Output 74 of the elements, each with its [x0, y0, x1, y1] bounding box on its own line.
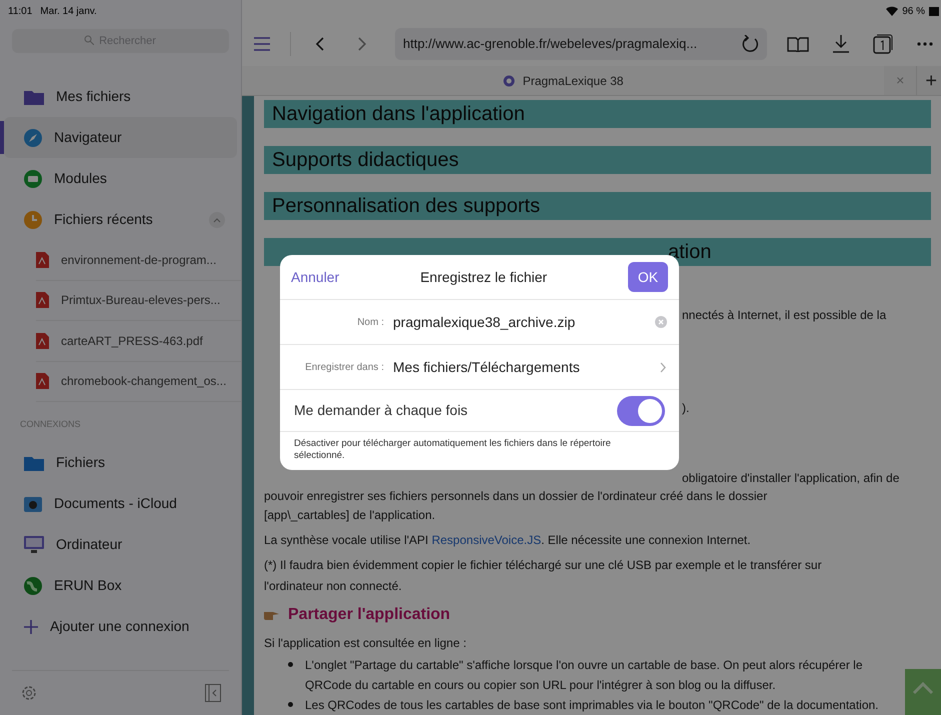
list-item-text: L'onglet "Partage du cartable" s'affiche lorsque l'on ouvre un cartable de base. On peut alors récupérer le QRCode du cartable en cours ou copier son URL pour l'intégrer à son blog ou la diffuser. — [305, 657, 864, 694]
document-folder-icon — [24, 494, 42, 512]
pointing-hand-icon — [264, 609, 280, 621]
sidebar-item[interactable]: Modules — [4, 158, 237, 199]
pdf-file-icon — [36, 292, 49, 308]
chevron-right-icon — [660, 362, 667, 372]
list-item-text: Les QRCodes de tous les cartables de base sont imprimables via le bouton "QRCode" de la documentation. — [305, 697, 880, 714]
sidebar-item[interactable]: Ordinateur — [0, 524, 241, 565]
sidebar-item[interactable]: Fichiers — [0, 442, 241, 483]
computer-icon — [24, 536, 44, 554]
section-heading: Personnalisation des supports — [264, 192, 931, 220]
wifi-icon — [886, 6, 898, 16]
section-heading: ation — [668, 240, 712, 265]
clock-icon — [24, 210, 42, 228]
address-bar[interactable]: http://www.ac-grenoble.fr/webeleves/pragmalexiq... — [395, 28, 767, 60]
globe-icon — [24, 576, 42, 594]
forward-icon — [357, 37, 367, 51]
clear-icon — [655, 316, 667, 328]
section-heading: Navigation dans l'application — [264, 100, 931, 128]
folder-icon — [24, 454, 44, 470]
toggle-switch[interactable] — [617, 396, 665, 426]
clock-time: 11:01 — [8, 4, 32, 18]
filename-field[interactable]: Nom : pragmalexique38_archive.zip — [280, 300, 679, 345]
tabs-icon — [873, 34, 893, 54]
recent-file-item[interactable]: chromebook-changement_os... — [36, 362, 241, 402]
ok-button[interactable]: OK — [628, 262, 668, 292]
compass-icon — [24, 128, 42, 146]
recent-file-item[interactable]: environnement-de-program... — [36, 240, 241, 280]
folder-icon — [24, 88, 44, 104]
scroll-to-top-icon — [905, 669, 941, 715]
download-icon — [833, 35, 849, 53]
paragraph: (*) Il faudra bien évidemment copier le fichier téléchargé sur une clé USB par exemple et le transférer sur l'ordinateur non connecté. — [264, 557, 823, 595]
new-tab-button[interactable]: + — [916, 66, 941, 96]
recent-file-item[interactable]: Primtux-Bureau-eleves-pers... — [36, 280, 241, 321]
toggle-label: Me demander à chaque fois — [294, 401, 469, 420]
text-line: ). — [682, 400, 690, 417]
link[interactable]: ResponsiveVoice.JS — [432, 533, 542, 547]
collapse-sidebar-icon — [205, 684, 221, 702]
sidebar-item[interactable]: ERUN Box — [0, 565, 241, 606]
modules-icon — [24, 170, 42, 188]
back-icon — [315, 37, 325, 51]
sidebar-item[interactable]: Ajouter une connexion — [0, 606, 241, 647]
sidebar-item[interactable]: Fichiers récents — [4, 199, 237, 240]
sidebar-item[interactable]: Documents - iCloud — [0, 483, 241, 524]
folder-picker[interactable]: Enregistrer dans : Mes fichiers/Téléchargements — [280, 345, 679, 390]
pdf-file-icon — [36, 373, 49, 390]
plus-icon — [24, 620, 38, 634]
pdf-file-icon — [36, 332, 49, 349]
battery-text: 96 % — [902, 4, 925, 18]
section-title: Partager l'application — [288, 605, 450, 625]
text-line: obligatoire d'installer l'application, afin de — [682, 470, 900, 487]
dialog-title: Enregistrez le fichier — [419, 268, 548, 287]
book-icon — [787, 36, 809, 52]
battery-icon — [929, 6, 939, 16]
hint-text: Désactiver pour télécharger automatiquement les fichiers dans le répertoire sélectionné. — [294, 438, 612, 462]
recent-file-item[interactable]: carteART_PRESS-463.pdf — [36, 321, 241, 362]
paragraph: La synthèse vocale utilise l'API ResponsiveVoice.JS. Elle nécessite une connexion Internet. — [264, 532, 752, 549]
date-text: Mar. 14 janv. — [40, 4, 97, 18]
browser-tab[interactable]: PragmaLexique 38 — [242, 66, 884, 95]
reload-icon — [741, 35, 759, 53]
bullet-icon — [288, 662, 293, 667]
pdf-file-icon — [36, 252, 49, 268]
paragraph: pouvoir enregistrer ses fichiers personnels dans un dossier de l'ordinateur créé dans le dossier [app\_cartables] de l'application. — [264, 488, 768, 524]
more-icon — [917, 42, 933, 46]
paragraph: Si l'application est consultée en ligne : — [264, 635, 468, 652]
section-heading: Supports didactiques — [264, 146, 931, 174]
bullet-icon — [288, 702, 293, 707]
text-line: nnectés à Internet, il est possible de la — [682, 307, 886, 324]
site-favicon-icon — [502, 74, 515, 86]
cancel-button[interactable]: Annuler — [291, 266, 340, 288]
menu-icon — [254, 37, 270, 51]
search-icon — [84, 35, 94, 45]
settings-icon — [20, 684, 38, 702]
sidebar-item[interactable]: Mes fichiers — [4, 76, 237, 117]
